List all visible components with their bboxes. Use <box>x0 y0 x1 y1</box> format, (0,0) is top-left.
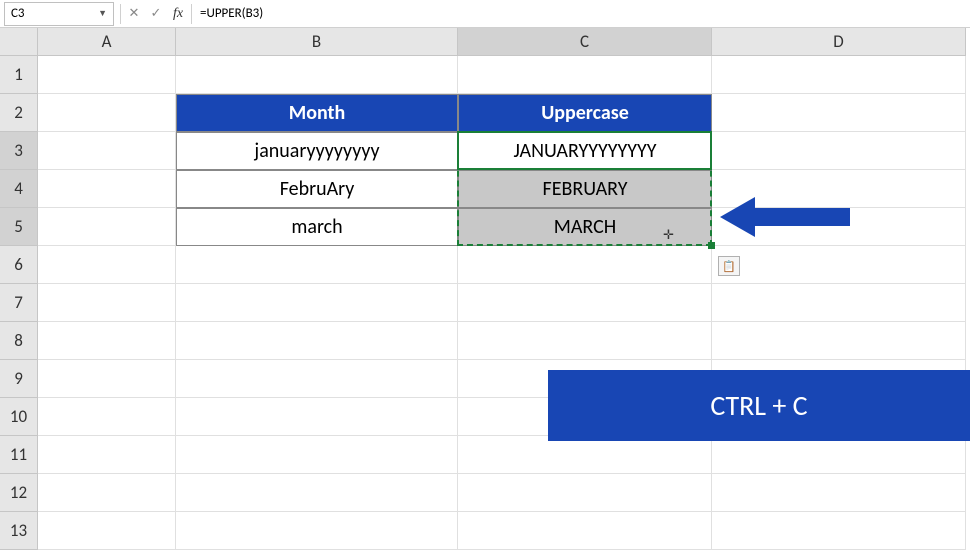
cell-a4[interactable] <box>38 170 176 208</box>
cell-a12[interactable] <box>38 474 176 512</box>
cell-b13[interactable] <box>176 512 458 550</box>
cell-a1[interactable] <box>38 56 176 94</box>
row-header-5[interactable]: 5 <box>0 208 38 246</box>
cell-b5[interactable]: march <box>176 208 458 246</box>
select-all-corner[interactable] <box>0 28 38 56</box>
fx-icon[interactable]: fx <box>167 3 189 25</box>
cell-b7[interactable] <box>176 284 458 322</box>
cell-b9[interactable] <box>176 360 458 398</box>
cell-d13[interactable] <box>712 512 966 550</box>
name-box-value: C3 <box>11 6 25 21</box>
cell-c8[interactable] <box>458 322 712 360</box>
chevron-down-icon[interactable]: ▼ <box>98 8 107 19</box>
cell-c2[interactable]: Uppercase <box>458 94 712 132</box>
row-header-13[interactable]: 13 <box>0 512 38 550</box>
divider <box>191 4 192 24</box>
fill-handle[interactable] <box>708 242 715 249</box>
cell-c6[interactable] <box>458 246 712 284</box>
cell-a5[interactable] <box>38 208 176 246</box>
cell-d2[interactable] <box>712 94 966 132</box>
cell-c1[interactable] <box>458 56 712 94</box>
row-header-6[interactable]: 6 <box>0 246 38 284</box>
cell-a3[interactable] <box>38 132 176 170</box>
cell-c3[interactable]: JANUARYYYYYYYY <box>458 132 712 170</box>
cell-b3[interactable]: januaryyyyyyyy <box>176 132 458 170</box>
cell-a8[interactable] <box>38 322 176 360</box>
cell-d1[interactable] <box>712 56 966 94</box>
cell-a13[interactable] <box>38 512 176 550</box>
cell-c4[interactable]: FEBRUARY <box>458 170 712 208</box>
cell-d8[interactable] <box>712 322 966 360</box>
row-header-12[interactable]: 12 <box>0 474 38 512</box>
enter-icon[interactable]: ✓ <box>145 3 167 25</box>
shortcut-callout: CTRL + C <box>548 370 970 441</box>
shortcut-text: CTRL + C <box>710 388 807 423</box>
cancel-icon[interactable]: ✕ <box>123 3 145 25</box>
cell-a11[interactable] <box>38 436 176 474</box>
col-header-b[interactable]: B <box>176 28 458 56</box>
cell-b10[interactable] <box>176 398 458 436</box>
cell-b8[interactable] <box>176 322 458 360</box>
cell-c13[interactable] <box>458 512 712 550</box>
row-header-8[interactable]: 8 <box>0 322 38 360</box>
cell-d12[interactable] <box>712 474 966 512</box>
cell-d7[interactable] <box>712 284 966 322</box>
paste-icon: 📋 <box>722 260 736 273</box>
cell-b11[interactable] <box>176 436 458 474</box>
row-header-11[interactable]: 11 <box>0 436 38 474</box>
row-headers: 1 2 3 4 5 6 7 8 9 10 11 12 13 <box>0 56 38 550</box>
arrow-left-icon <box>720 192 850 242</box>
cell-b6[interactable] <box>176 246 458 284</box>
cell-c11[interactable] <box>458 436 712 474</box>
row-header-2[interactable]: 2 <box>0 94 38 132</box>
cell-a6[interactable] <box>38 246 176 284</box>
row-header-4[interactable]: 4 <box>0 170 38 208</box>
row-header-9[interactable]: 9 <box>0 360 38 398</box>
col-header-d[interactable]: D <box>712 28 966 56</box>
grid: Month Uppercase januaryyyyyyyy JANUARYYY… <box>38 56 966 550</box>
formula-input[interactable] <box>194 2 970 26</box>
col-header-c[interactable]: C <box>458 28 712 56</box>
name-box[interactable]: C3 ▼ <box>4 2 114 26</box>
spreadsheet: 1 2 3 4 5 6 7 8 9 10 11 12 13 A B C D <box>0 28 970 550</box>
col-header-a[interactable]: A <box>38 28 176 56</box>
cell-a2[interactable] <box>38 94 176 132</box>
cell-a10[interactable] <box>38 398 176 436</box>
row-header-10[interactable]: 10 <box>0 398 38 436</box>
formula-bar: C3 ▼ ✕ ✓ fx <box>0 0 970 28</box>
divider <box>120 4 121 24</box>
cell-b4[interactable]: FebruAry <box>176 170 458 208</box>
row-header-1[interactable]: 1 <box>0 56 38 94</box>
cell-c7[interactable] <box>458 284 712 322</box>
column-headers: A B C D <box>38 28 966 56</box>
cell-d11[interactable] <box>712 436 966 474</box>
paste-options-button[interactable]: 📋 <box>718 256 740 276</box>
cell-d6[interactable] <box>712 246 966 284</box>
row-header-7[interactable]: 7 <box>0 284 38 322</box>
row-header-3[interactable]: 3 <box>0 132 38 170</box>
cell-b12[interactable] <box>176 474 458 512</box>
cursor-icon: ✛ <box>663 228 674 243</box>
cell-c12[interactable] <box>458 474 712 512</box>
cell-b2[interactable]: Month <box>176 94 458 132</box>
cell-b1[interactable] <box>176 56 458 94</box>
cell-d3[interactable] <box>712 132 966 170</box>
cell-a9[interactable] <box>38 360 176 398</box>
cell-a7[interactable] <box>38 284 176 322</box>
